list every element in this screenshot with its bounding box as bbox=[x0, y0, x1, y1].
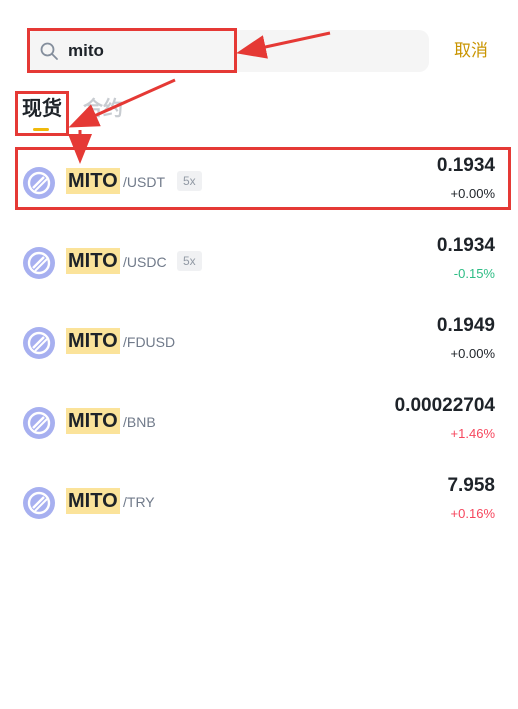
pair-base: MITO bbox=[66, 248, 120, 274]
leverage-badge: 5x bbox=[177, 171, 202, 191]
pair-price: 0.00022704 bbox=[394, 395, 495, 416]
result-row-mito-fdusd[interactable]: MITO /FDUSD 0.1949 +0.00% bbox=[0, 305, 518, 385]
pair-change: +0.16% bbox=[450, 506, 495, 521]
leverage-badge: 5x bbox=[177, 251, 202, 271]
pair-price: 7.958 bbox=[447, 475, 495, 496]
result-row-mito-try[interactable]: MITO /TRY 7.958 +0.16% bbox=[0, 465, 518, 545]
pair-quote: /USDT bbox=[123, 174, 165, 190]
pair-base: MITO bbox=[66, 328, 120, 354]
result-row-mito-bnb[interactable]: MITO /BNB 0.00022704 +1.46% bbox=[0, 385, 518, 465]
pair-base: MITO bbox=[66, 408, 120, 434]
pair-change: +1.46% bbox=[450, 426, 495, 441]
pair-change: +0.00% bbox=[450, 346, 495, 361]
pair-price: 0.1934 bbox=[436, 235, 495, 256]
pair-change: +0.00% bbox=[450, 186, 495, 201]
mito-coin-icon bbox=[23, 487, 55, 519]
mito-coin-icon bbox=[23, 167, 55, 199]
mito-coin-icon bbox=[23, 247, 55, 279]
pair-price: 0.1949 bbox=[436, 315, 495, 336]
tab-spot[interactable]: 现货 bbox=[22, 96, 62, 122]
cancel-button[interactable]: 取消 bbox=[454, 40, 488, 62]
pair-quote: /TRY bbox=[123, 494, 155, 510]
pair-base: MITO bbox=[66, 488, 120, 514]
search-input[interactable]: mito bbox=[68, 41, 104, 61]
mito-coin-icon bbox=[23, 407, 55, 439]
result-row-mito-usdt[interactable]: MITO /USDT 5x 0.1934 +0.00% bbox=[0, 145, 518, 225]
pair-price: 0.1934 bbox=[436, 155, 495, 176]
pair-quote: /USDC bbox=[123, 254, 167, 270]
pair-base: MITO bbox=[66, 168, 120, 194]
pair-change: -0.15% bbox=[453, 266, 495, 281]
mito-coin-icon bbox=[23, 327, 55, 359]
search-bar[interactable]: mito bbox=[27, 30, 429, 72]
result-row-mito-usdc[interactable]: MITO /USDC 5x 0.1934 -0.15% bbox=[0, 225, 518, 305]
tab-futures[interactable]: 合约 bbox=[83, 96, 123, 122]
search-icon bbox=[40, 42, 58, 60]
pair-quote: /FDUSD bbox=[123, 334, 176, 350]
tab-active-indicator bbox=[33, 128, 49, 131]
pair-quote: /BNB bbox=[123, 414, 156, 430]
